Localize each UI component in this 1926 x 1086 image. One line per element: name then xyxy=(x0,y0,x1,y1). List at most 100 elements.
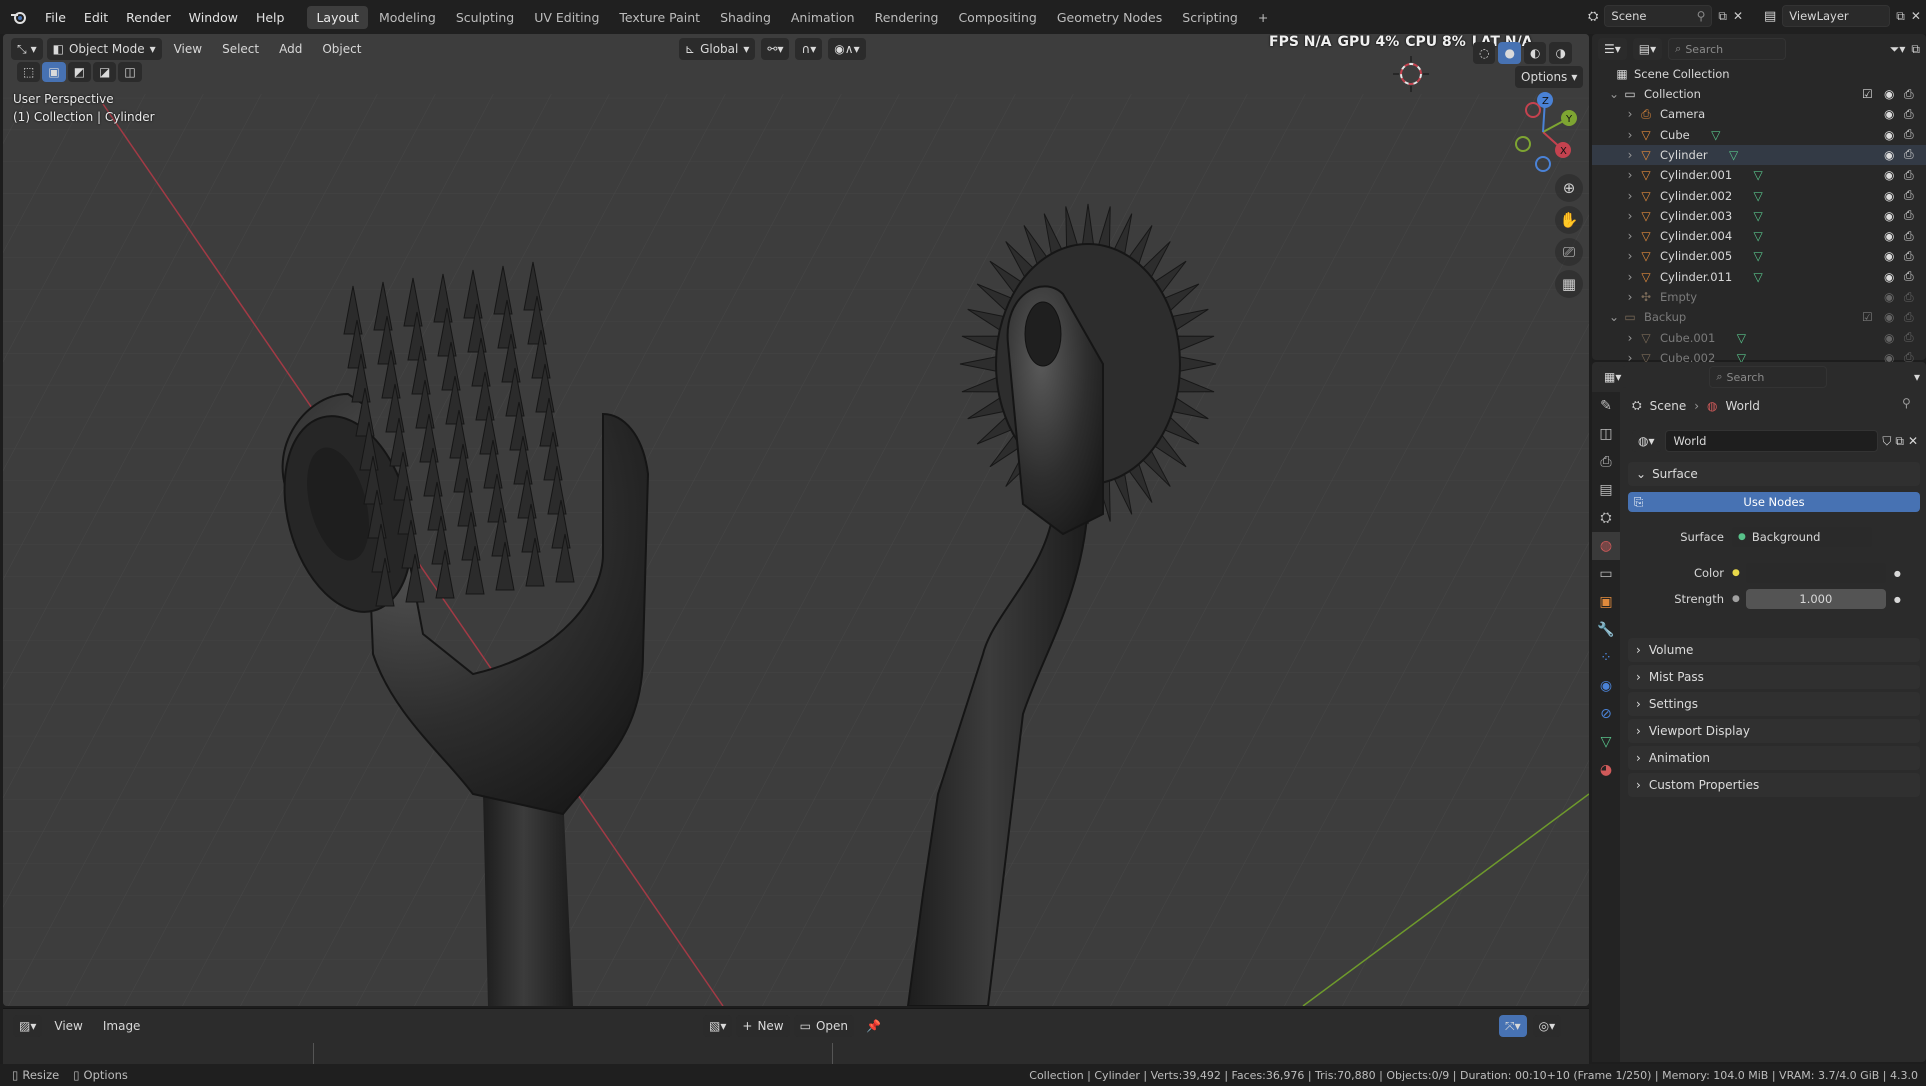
constraints-tab-icon[interactable]: ⊘ xyxy=(1592,700,1620,728)
material-shading-icon[interactable]: ◐ xyxy=(1523,42,1547,64)
material-tab-icon[interactable]: ◕ xyxy=(1592,756,1620,784)
tab-texture-paint[interactable]: Texture Paint xyxy=(610,6,709,29)
uv-sync-toggle[interactable]: ⤧▾ xyxy=(1499,1015,1527,1037)
render-camera-icon[interactable]: ⎙ xyxy=(1904,310,1914,325)
menu-view[interactable]: View xyxy=(46,1019,90,1033)
pin-icon[interactable]: 📌 xyxy=(866,1019,881,1033)
chevron-down-icon[interactable]: ▾ xyxy=(1914,370,1920,384)
editor-type-button[interactable]: ▦▾ xyxy=(1598,366,1628,388)
remove-view-layer-icon[interactable]: ✕ xyxy=(1911,9,1921,23)
panel-viewport-display[interactable]: › Viewport Display xyxy=(1628,719,1920,743)
render-camera-icon[interactable]: ⎙ xyxy=(1904,87,1914,102)
select-invert-icon[interactable]: ◫ xyxy=(118,62,142,82)
exclude-checkbox[interactable]: ☑ xyxy=(1862,87,1873,101)
camera-view-icon[interactable]: ⎚ xyxy=(1555,238,1583,266)
remove-scene-icon[interactable]: ✕ xyxy=(1733,9,1743,23)
eye-icon[interactable]: ◉ xyxy=(1884,189,1894,203)
open-image-button[interactable]: ▭ Open xyxy=(793,1015,855,1037)
chevron-right-icon[interactable]: › xyxy=(1622,270,1638,284)
tab-shading[interactable]: Shading xyxy=(711,6,780,29)
mesh-data-icon[interactable]: ▽ xyxy=(1750,229,1766,243)
keyframe-dot-icon[interactable]: ● xyxy=(1894,595,1901,604)
chevron-down-icon[interactable]: ⌄ xyxy=(1606,87,1622,101)
new-view-layer-icon[interactable]: ⧉ xyxy=(1896,9,1905,24)
view-layer-tab-icon[interactable]: ▤ xyxy=(1592,476,1620,504)
tab-uv-editing[interactable]: UV Editing xyxy=(525,6,608,29)
scene-selector[interactable]: Scene ⚲ xyxy=(1604,5,1713,27)
menu-window[interactable]: Window xyxy=(180,10,247,25)
pivot-dropdown[interactable]: ⚯ ▾ xyxy=(761,38,790,60)
chevron-down-icon[interactable]: ⌄ xyxy=(1606,310,1622,324)
menu-help[interactable]: Help xyxy=(247,10,294,25)
duplicate-icon[interactable]: ⧉ xyxy=(1895,434,1904,449)
eye-icon[interactable]: ◉ xyxy=(1884,87,1894,101)
collection-tab-icon[interactable]: ▭ xyxy=(1592,560,1620,588)
navigation-gizmo[interactable]: X Y Z xyxy=(1503,92,1583,172)
viewport-scene[interactable] xyxy=(3,34,1589,1006)
properties-search-input[interactable]: ⌕ Search xyxy=(1709,366,1828,388)
ortho-grid-icon[interactable]: ▦ xyxy=(1555,270,1583,298)
hand-pan-icon[interactable]: ✋ xyxy=(1555,206,1583,234)
tool-tab-icon[interactable]: ✎ xyxy=(1592,392,1620,420)
select-subtract-icon[interactable]: ◪ xyxy=(93,62,117,82)
panel-animation[interactable]: › Animation xyxy=(1628,746,1920,770)
physics-tab-icon[interactable]: ◉ xyxy=(1592,672,1620,700)
overlay-toggle[interactable]: ◎▾ xyxy=(1532,1015,1562,1037)
filter-icon[interactable]: ⏷▾ xyxy=(1890,42,1906,57)
panel-custom-properties[interactable]: › Custom Properties xyxy=(1628,773,1920,797)
tab-animation[interactable]: Animation xyxy=(782,6,864,29)
use-nodes-button[interactable]: ⎘ Use Nodes xyxy=(1628,492,1920,512)
tab-layout[interactable]: Layout xyxy=(307,5,368,29)
outliner-item-cylinder-004[interactable]: › ▽ Cylinder.004 ▽ ◉ ⎙ xyxy=(1592,226,1926,246)
mesh-data-icon[interactable]: ▽ xyxy=(1750,270,1766,284)
view-layer-selector[interactable]: ViewLayer xyxy=(1782,5,1891,27)
menu-add[interactable]: Add xyxy=(271,42,310,56)
mesh-data-icon[interactable]: ▽ xyxy=(1750,209,1766,223)
chevron-right-icon[interactable]: › xyxy=(1622,107,1638,121)
chevron-right-icon[interactable]: › xyxy=(1622,128,1638,142)
eye-icon[interactable]: ◉ xyxy=(1884,310,1894,324)
panel-settings[interactable]: › Settings xyxy=(1628,692,1920,716)
add-workspace-button[interactable]: + xyxy=(1249,6,1277,29)
new-image-button[interactable]: + New xyxy=(736,1015,790,1037)
menu-render[interactable]: Render xyxy=(117,10,180,25)
render-camera-icon[interactable]: ⎙ xyxy=(1904,107,1914,122)
new-scene-icon[interactable]: ⧉ xyxy=(1718,9,1727,24)
editor-type-button[interactable]: ▨ ▾ xyxy=(13,1015,43,1037)
tab-modeling[interactable]: Modeling xyxy=(370,6,445,29)
zoom-icon[interactable]: ⊕ xyxy=(1555,174,1583,202)
menu-edit[interactable]: Edit xyxy=(75,10,117,25)
render-camera-icon[interactable]: ⎙ xyxy=(1904,188,1914,203)
surface-shader-dropdown[interactable]: ● Background xyxy=(1732,527,1872,547)
eye-icon[interactable]: ◉ xyxy=(1884,270,1894,284)
outliner-item-cube-001[interactable]: › ▽ Cube.001 ▽ ◉ ⎙ xyxy=(1592,328,1926,348)
fake-user-icon[interactable]: ⛉ xyxy=(1882,434,1891,449)
mesh-data-icon[interactable]: ▽ xyxy=(1750,168,1766,182)
editor-type-button[interactable]: ⤡ ▾ xyxy=(11,38,43,60)
world-name-field[interactable]: World xyxy=(1664,430,1879,452)
mesh-data-icon[interactable]: ▽ xyxy=(1708,128,1724,142)
render-camera-icon[interactable]: ⎙ xyxy=(1904,249,1914,264)
outliner-item-cylinder-003[interactable]: › ▽ Cylinder.003 ▽ ◉ ⎙ xyxy=(1592,206,1926,226)
outliner[interactable]: ☰▾ ▤▾ ⌕ Search ⏷▾ ⧉ ▦ Scene Collection ⌄… xyxy=(1592,34,1926,365)
blender-logo-icon[interactable] xyxy=(10,9,28,25)
new-collection-icon[interactable]: ⧉ xyxy=(1911,42,1920,57)
outliner-item-cylinder-001[interactable]: › ▽ Cylinder.001 ▽ ◉ ⎙ xyxy=(1592,165,1926,185)
render-tab-icon[interactable]: ◫ xyxy=(1592,420,1620,448)
transform-orientation-dropdown[interactable]: ⊾ Global ▾ xyxy=(679,38,756,60)
outliner-item-backup[interactable]: ⌄ ▭ Backup ☑ ◉ ⎙ xyxy=(1592,307,1926,327)
close-icon[interactable]: ✕ xyxy=(1908,434,1918,448)
viewport-options-button[interactable]: Options ▾ xyxy=(1515,66,1584,88)
image-canvas-area[interactable] xyxy=(313,1043,833,1065)
panel-volume[interactable]: › Volume xyxy=(1628,638,1920,662)
render-camera-icon[interactable]: ⎙ xyxy=(1904,229,1914,244)
tab-geometry-nodes[interactable]: Geometry Nodes xyxy=(1048,6,1171,29)
editor-type-button[interactable]: ☰▾ xyxy=(1598,38,1627,60)
eye-icon[interactable]: ◉ xyxy=(1884,168,1894,182)
tab-sculpting[interactable]: Sculpting xyxy=(447,6,523,29)
render-camera-icon[interactable]: ⎙ xyxy=(1904,127,1914,142)
render-camera-icon[interactable]: ⎙ xyxy=(1904,147,1914,162)
menu-view[interactable]: View xyxy=(166,42,210,56)
render-camera-icon[interactable]: ⎙ xyxy=(1904,208,1914,223)
select-new-icon[interactable]: ▣ xyxy=(42,62,66,82)
